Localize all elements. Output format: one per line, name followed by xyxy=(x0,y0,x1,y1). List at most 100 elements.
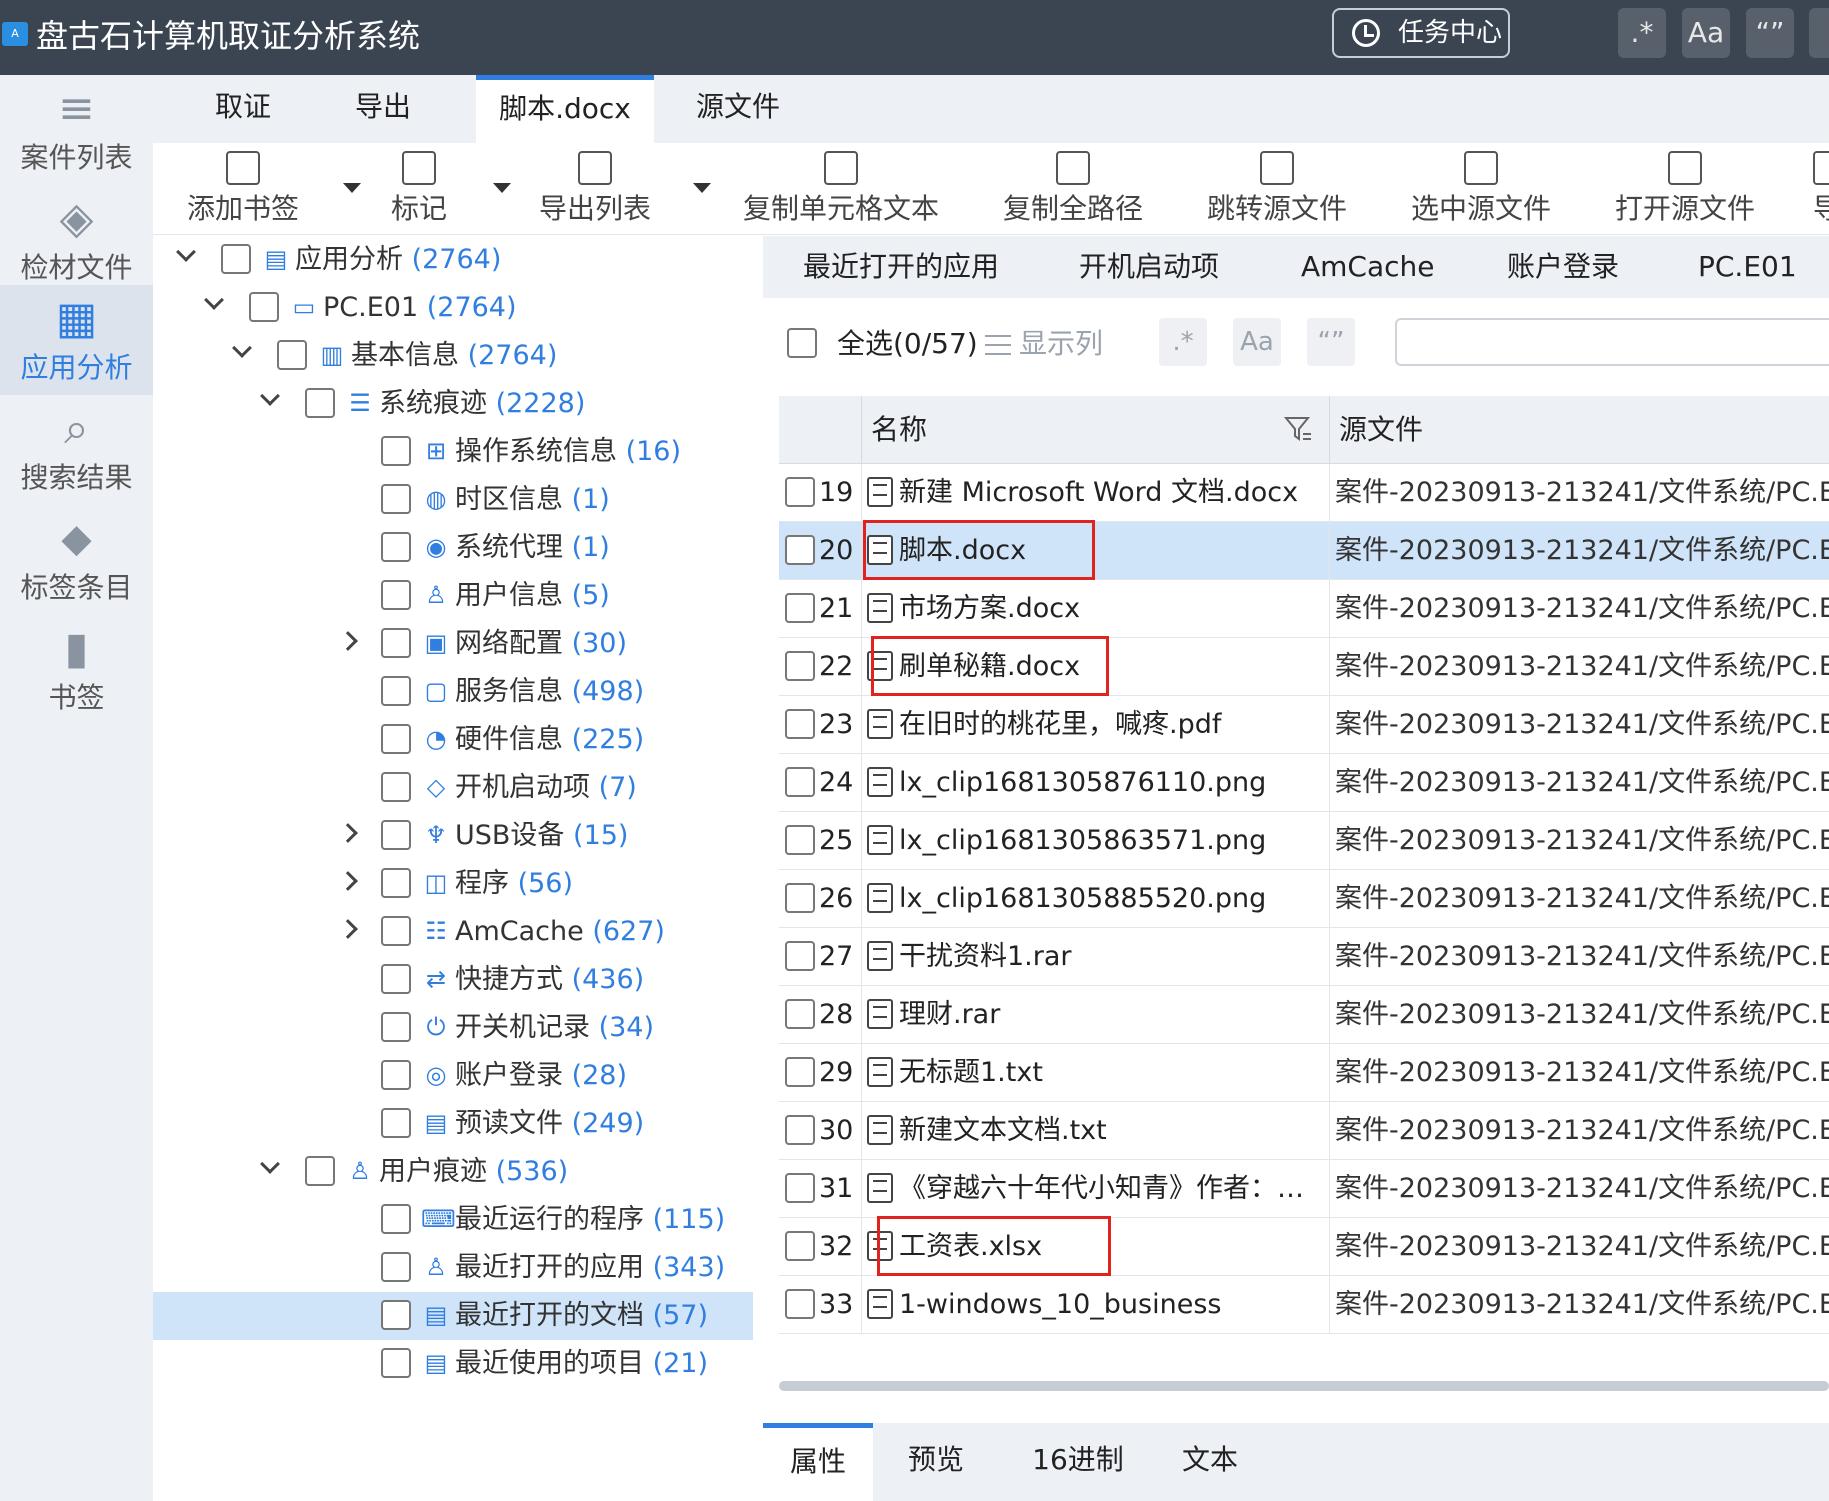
show-columns-button[interactable]: 显示列 xyxy=(985,324,1103,364)
tree-item[interactable]: ◍ 时区信息 (1) xyxy=(153,476,753,524)
tree-item[interactable]: ♙ 用户痕迹 (536) xyxy=(153,1148,753,1196)
tree-item[interactable]: ▭ PC.E01 (2764) xyxy=(153,284,753,332)
file-name-cell[interactable]: 《穿越六十年代小知青》作者：平... xyxy=(899,1169,1319,1209)
tree-item[interactable]: ▢ 服务信息 (498) xyxy=(153,668,753,716)
table-row[interactable]: 19 新建 Microsoft Word 文档.docx 案件-20230913-2… xyxy=(779,464,1829,522)
chevron-down-icon[interactable] xyxy=(493,183,511,193)
chevron-right-icon[interactable] xyxy=(338,823,358,843)
menu-tab-2[interactable]: 脚本.docx xyxy=(476,75,654,143)
tree-checkbox[interactable] xyxy=(381,436,411,466)
tree-checkbox[interactable] xyxy=(305,388,335,418)
tree-item[interactable]: ◉ 系统代理 (1) xyxy=(153,524,753,572)
source-path-cell[interactable]: 案件-20230913-213241/文件系统/PC.E01/ xyxy=(1335,473,1829,513)
source-path-cell[interactable]: 案件-20230913-213241/文件系统/PC.E01/ xyxy=(1335,589,1829,629)
nav-item-0[interactable]: ≡ 案件列表 xyxy=(0,75,153,185)
row-checkbox[interactable] xyxy=(785,593,815,623)
tree-item[interactable]: ♙ 用户信息 (5) xyxy=(153,572,753,620)
row-checkbox[interactable] xyxy=(785,1231,815,1261)
detail-tab-1[interactable]: 预览 xyxy=(881,1423,991,1501)
chevron-right-icon[interactable] xyxy=(338,631,358,651)
source-path-cell[interactable]: 案件-20230913-213241/文件系统/PC.E01/ xyxy=(1335,821,1829,861)
horizontal-scrollbar[interactable] xyxy=(779,1381,1829,1391)
row-checkbox[interactable] xyxy=(785,941,815,971)
chevron-right-icon[interactable] xyxy=(338,871,358,891)
tree-checkbox[interactable] xyxy=(305,1156,335,1186)
source-path-cell[interactable]: 案件-20230913-213241/文件系统/PC.E01/ xyxy=(1335,531,1829,571)
table-row[interactable]: 21 市场方案.docx 案件-20230913-213241/文件系统/PC.E0… xyxy=(779,580,1829,638)
table-row[interactable]: 23 在旧时的桃花里，喊疼.pdf 案件-20230913-213241/文件系统/… xyxy=(779,696,1829,754)
file-name-cell[interactable]: 干扰资料1.rar xyxy=(899,937,1319,977)
row-checkbox[interactable] xyxy=(785,535,815,565)
table-row[interactable]: 29 无标题1.txt 案件-20230913-213241/文件系统/PC.E01… xyxy=(779,1044,1829,1102)
toolbar-button-7[interactable]: 打开源文件 xyxy=(1585,151,1785,231)
toolbar-button-4[interactable]: 复制全路径 xyxy=(973,151,1173,231)
toolbar-button-5[interactable]: 跳转源文件 xyxy=(1177,151,1377,231)
column-header-name[interactable]: 名称 xyxy=(871,410,927,450)
source-path-cell[interactable]: 案件-20230913-213241/文件系统/PC.E01/ xyxy=(1335,879,1829,919)
toolbar-button-2[interactable]: 导出列表 xyxy=(495,151,695,231)
column-header-source[interactable]: 源文件 xyxy=(1339,410,1423,450)
tree-checkbox[interactable] xyxy=(381,1300,411,1330)
tree-item[interactable]: ♙ 最近打开的应用 (343) xyxy=(153,1244,753,1292)
row-checkbox[interactable] xyxy=(785,651,815,681)
row-checkbox[interactable] xyxy=(785,709,815,739)
tree-item[interactable]: ▤ 应用分析 (2764) xyxy=(153,236,753,284)
chevron-down-icon[interactable] xyxy=(260,386,280,406)
tree-checkbox[interactable] xyxy=(381,1204,411,1234)
filter-case-button[interactable]: Aa xyxy=(1233,318,1281,366)
tree-checkbox[interactable] xyxy=(381,916,411,946)
file-name-cell[interactable]: 新建 Microsoft Word 文档.docx xyxy=(899,473,1319,513)
chevron-down-icon[interactable] xyxy=(204,290,224,310)
detail-tab-2[interactable]: 16进制 xyxy=(1013,1423,1143,1501)
nav-item-4[interactable]: ⬥ 标签条目 xyxy=(0,505,153,615)
toolbar-button-3[interactable]: 复制单元格文本 xyxy=(741,151,941,231)
toolbar-button-8[interactable]: 导 xyxy=(1813,151,1829,231)
open-tab-2[interactable]: AmCache xyxy=(1301,236,1435,298)
row-checkbox[interactable] xyxy=(785,883,815,913)
tree-item[interactable]: ◎ 账户登录 (28) xyxy=(153,1052,753,1100)
detail-tab-3[interactable]: 文本 xyxy=(1155,1423,1265,1501)
row-checkbox[interactable] xyxy=(785,477,815,507)
tree-item[interactable]: ♆ USB设备 (15) xyxy=(153,812,753,860)
file-name-cell[interactable]: 理财.rar xyxy=(899,995,1319,1035)
open-tab-1[interactable]: 开机启动项 xyxy=(1079,236,1219,298)
file-name-cell[interactable]: 在旧时的桃花里，喊疼.pdf xyxy=(899,705,1319,745)
tree-checkbox[interactable] xyxy=(381,820,411,850)
filter-regex-button[interactable]: .* xyxy=(1159,318,1207,366)
tree-checkbox[interactable] xyxy=(381,868,411,898)
row-checkbox[interactable] xyxy=(785,825,815,855)
row-checkbox[interactable] xyxy=(785,767,815,797)
tree-checkbox[interactable] xyxy=(381,1348,411,1378)
chevron-down-icon[interactable] xyxy=(176,242,196,262)
table-row[interactable]: 24 lx_clip1681305876110.png 案件-20230913-21… xyxy=(779,754,1829,812)
column-filter-icon[interactable] xyxy=(1283,414,1313,444)
task-center-button[interactable]: 任务中心 xyxy=(1332,8,1510,58)
search-input[interactable] xyxy=(1395,318,1829,366)
tree-checkbox[interactable] xyxy=(381,628,411,658)
nav-item-3[interactable]: ⌕ 搜索结果 xyxy=(0,395,153,505)
file-name-cell[interactable]: 市场方案.docx xyxy=(899,589,1319,629)
tree-checkbox[interactable] xyxy=(381,532,411,562)
tree-item[interactable]: ▣ 网络配置 (30) xyxy=(153,620,753,668)
tree-item[interactable]: ☷ AmCache (627) xyxy=(153,908,753,956)
source-path-cell[interactable]: 案件-20230913-213241/文件系统/PC.E01/ xyxy=(1335,705,1829,745)
source-path-cell[interactable]: 案件-20230913-213241/文件系统/PC.E01/ xyxy=(1335,995,1829,1035)
window-control-button[interactable] xyxy=(1809,8,1829,58)
filter-quote-button[interactable]: “” xyxy=(1307,318,1355,366)
source-path-cell[interactable]: 案件-20230913-213241/文件系统/PC.E01/ xyxy=(1335,1053,1829,1093)
tree-item[interactable]: ◫ 程序 (56) xyxy=(153,860,753,908)
tree-item[interactable]: ⇄ 快捷方式 (436) xyxy=(153,956,753,1004)
chevron-right-icon[interactable] xyxy=(338,919,358,939)
file-name-cell[interactable]: 1-windows_10_business xyxy=(899,1285,1319,1325)
tree-item[interactable]: ▤ 最近打开的文档 (57) xyxy=(153,1292,753,1340)
source-path-cell[interactable]: 案件-20230913-213241/文件系统/PC.E01/ xyxy=(1335,1169,1829,1209)
source-path-cell[interactable]: 案件-20230913-213241/文件系统/PC.E01/ xyxy=(1335,1285,1829,1325)
row-checkbox[interactable] xyxy=(785,1173,815,1203)
open-tab-4[interactable]: PC.E01 xyxy=(1698,236,1797,298)
tree-item[interactable]: ▥ 基本信息 (2764) xyxy=(153,332,753,380)
case-toggle-button[interactable]: Aa xyxy=(1682,8,1730,58)
chevron-down-icon[interactable] xyxy=(693,183,711,193)
nav-item-5[interactable]: ▮ 书签 xyxy=(0,615,153,725)
table-row[interactable]: 25 lx_clip1681305863571.png 案件-20230913-21… xyxy=(779,812,1829,870)
table-row[interactable]: 28 理财.rar 案件-20230913-213241/文件系统/PC.E01/ xyxy=(779,986,1829,1044)
